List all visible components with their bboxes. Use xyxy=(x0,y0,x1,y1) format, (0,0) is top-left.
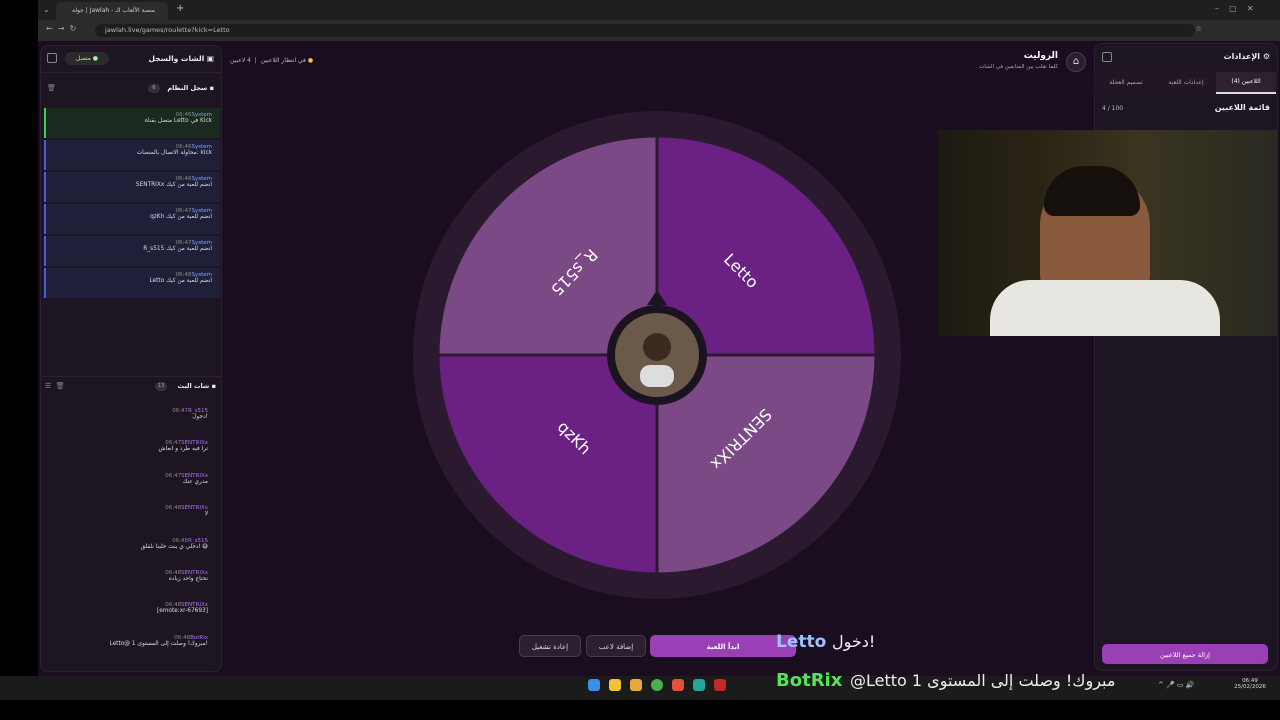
system-log-entry: 06:46System متصل بقناة Letto في Kick xyxy=(44,108,220,138)
folder-icon[interactable] xyxy=(630,679,642,691)
start-icon[interactable] xyxy=(588,679,600,691)
brave-icon[interactable] xyxy=(672,679,684,691)
restart-button[interactable]: إعادة تشغيل xyxy=(519,635,581,657)
avatar-face xyxy=(643,333,671,361)
settings-title: الإعدادات ⚙ xyxy=(1223,52,1270,61)
app-icon[interactable] xyxy=(693,679,705,691)
alert-username: Letto xyxy=(776,632,827,652)
chat-message: 06:47SENTRIXx ترا فيه طرد و انعاش xyxy=(158,440,208,453)
divider xyxy=(40,376,222,377)
chat-message: 06:48R_s515 ادخلي ي بنت خلينا نلقلق 😅 xyxy=(140,537,208,550)
chat-message: 06:47R_s515 دخول! xyxy=(172,408,208,420)
players-list-count: 4 / 100 xyxy=(1102,105,1124,112)
clear-log-icon[interactable]: 🗑 xyxy=(47,84,56,92)
chat-tools-icons[interactable]: ☰ 🗑 xyxy=(45,382,65,390)
url-bar[interactable]: jawlah.live/games/roulette?kick=Letto xyxy=(95,24,1195,37)
chat-message: 06:48SENTRIXx [emote:xr-67693] xyxy=(156,602,208,615)
browser-tab[interactable]: جولة | Jawlah - منصة الألعاب الـ xyxy=(56,2,168,20)
tray-icons[interactable]: ^ 🎤 ▭ 🔊 xyxy=(1158,681,1195,689)
url-text: jawlah.live/games/roulette?kick=Letto xyxy=(105,26,230,34)
nav-buttons[interactable]: ← → ↻ xyxy=(46,24,76,33)
explorer-icon[interactable] xyxy=(609,679,621,691)
new-tab-icon[interactable]: + xyxy=(176,3,184,14)
remove-all-players-button[interactable]: إزالة جميع اللاعبين xyxy=(1102,644,1268,664)
page-subtitle: كلما تقلب بين المتابعين في الشات xyxy=(979,64,1058,70)
browser-tab-bar xyxy=(38,0,1280,20)
tab-list-icon[interactable]: ⌄ xyxy=(43,5,50,14)
avatar-shirt xyxy=(640,365,674,387)
connection-status: متصل ● xyxy=(65,52,109,65)
roulette-wheel[interactable]: LettoSENTRIXxqzKhR_s515 xyxy=(400,105,914,619)
chat-message: 06:48SENTRIXx نحتاج واحد زياده xyxy=(165,570,208,582)
system-log-entry: 06:48System Letto انضم للعبة من كيك xyxy=(44,268,220,298)
collapse-panel-icon[interactable] xyxy=(1102,52,1112,62)
add-player-button[interactable]: إضافة لاعب xyxy=(586,635,646,657)
webcam-shirt xyxy=(990,280,1220,336)
bookmark-star-icon[interactable]: ☆ xyxy=(1195,24,1202,33)
window-controls[interactable]: – ▢ ✕ xyxy=(1215,4,1254,13)
alert-bot-text: @Letto 1 مبروك! وصلت إلى المستوى xyxy=(850,671,1116,690)
system-log-entry: 06:46System محاولة الاتصال بالمنصات: kick xyxy=(44,140,220,170)
tab-title: جولة | Jawlah - منصة الألعاب الـ xyxy=(72,7,155,14)
players-list-title: قائمة اللاعبين xyxy=(1214,103,1270,112)
taskbar-clock[interactable]: 06:49 25/02/2026 xyxy=(1230,678,1270,690)
home-icon[interactable]: ⌂ xyxy=(1066,52,1086,72)
alert-bot-name: BotRix xyxy=(776,670,843,691)
log-count-badge: 6 xyxy=(148,84,160,93)
chrome-icon[interactable] xyxy=(651,679,663,691)
start-game-button[interactable]: ابدأ اللعبة xyxy=(650,635,796,657)
chat-message: 06:48BotRix Letto@ مبروك! وصلت إلى المستو… xyxy=(109,634,208,647)
left-panel-title: الشات والسجل ▣ xyxy=(148,54,214,63)
chat-message: 06:47SENTRIXx مدري عنك xyxy=(165,472,208,485)
system-log-entry: 06:47System R_s515 انضم للعبة من كيك xyxy=(44,236,220,266)
tab-wheel-design[interactable]: تصميم العجلة xyxy=(1096,72,1156,94)
collapse-panel-icon[interactable] xyxy=(47,53,57,63)
tab-players[interactable]: اللاعبين (4) xyxy=(1216,72,1276,94)
players-status: في انتظار اللاعبين | 4 لاعبين ● xyxy=(230,57,314,64)
system-log-entry: 06:46System SENTRIXx انضم للعبة من كيك xyxy=(44,172,220,202)
chat-message: 06:48SENTRIXx لا xyxy=(165,505,208,518)
page-title: الروليت xyxy=(1023,51,1058,61)
app-icon[interactable] xyxy=(714,679,726,691)
live-chat-title: شات البث ▪ xyxy=(177,382,216,390)
alert-text: دخول! xyxy=(832,632,876,651)
divider xyxy=(40,72,222,73)
tab-game-settings[interactable]: إعدادات اللعبة xyxy=(1157,72,1215,94)
system-log-title: سجل النظام ▪ xyxy=(167,84,214,92)
system-log-entry: 06:47System qzKh انضم للعبة من كيك xyxy=(44,204,220,234)
